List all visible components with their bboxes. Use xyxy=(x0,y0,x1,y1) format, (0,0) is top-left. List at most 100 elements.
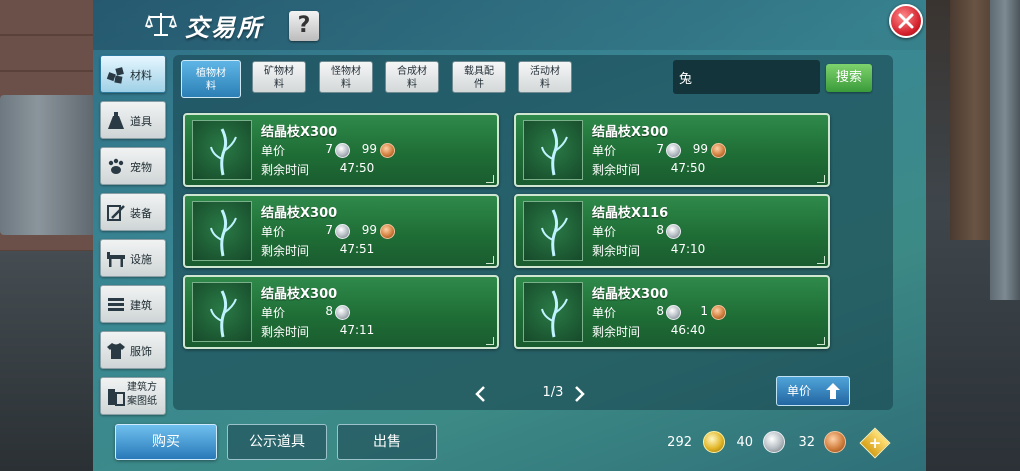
chevron-right-icon[interactable] xyxy=(571,386,587,402)
listing-card[interactable]: 结晶枝X300 单价 8 剩余时间 47:11 xyxy=(183,275,499,349)
sidebar-item-label: 建筑方案图纸 xyxy=(127,382,157,407)
blueprint-icon xyxy=(108,389,125,406)
price-label: 单价 xyxy=(592,306,617,320)
tab-vehicle-parts[interactable]: 载具配 件 xyxy=(452,61,506,93)
sidebar-item-label: 道具 xyxy=(130,115,152,128)
crystal-branch-icon xyxy=(523,120,583,180)
card-corner xyxy=(486,175,494,183)
tab-mineral-materials[interactable]: 矿物材 料 xyxy=(252,61,306,93)
public-items-button[interactable]: 公示道具 xyxy=(227,424,327,460)
item-name: 结晶枝X300 xyxy=(261,206,338,221)
copper-coin-icon xyxy=(711,305,726,320)
shield-sword-icon xyxy=(107,205,125,221)
time-remaining-label: 剩余时间 xyxy=(592,325,641,339)
silver-price: 8 xyxy=(656,223,664,237)
sell-button[interactable]: 出售 xyxy=(337,424,437,460)
silver-price: 7 xyxy=(325,142,333,156)
sidebar-item-materials[interactable]: 材料 xyxy=(100,55,166,93)
sidebar-item-label: 建筑 xyxy=(130,299,152,312)
shirt-icon xyxy=(107,343,125,359)
crystal-branch-icon xyxy=(523,201,583,261)
table-icon xyxy=(107,252,125,267)
silver-coin-icon xyxy=(335,224,350,239)
listing-card[interactable]: 结晶枝X116 单价 8 剩余时间 47:10 xyxy=(514,194,830,268)
crystal-branch-icon xyxy=(192,201,252,261)
sidebar-item-blueprints[interactable]: 建筑方案图纸 xyxy=(100,377,166,415)
tab-event-materials[interactable]: 活动材 料 xyxy=(518,61,572,93)
tab-label: 合成材 xyxy=(397,66,427,77)
background-right-scenery xyxy=(924,0,1020,471)
chevron-left-icon[interactable] xyxy=(473,386,489,402)
sidebar-item-clothing[interactable]: 服饰 xyxy=(100,331,166,369)
price-label: 单价 xyxy=(261,144,286,158)
cube-cluster-icon xyxy=(106,67,124,84)
card-corner xyxy=(817,175,825,183)
background-left-scenery xyxy=(0,0,100,471)
card-corner xyxy=(486,337,494,345)
search-button[interactable]: 搜索 xyxy=(826,64,872,92)
potion-icon xyxy=(108,112,124,129)
time-remaining: 47:51 xyxy=(339,242,375,256)
tab-plant-materials[interactable]: 植物材 料 xyxy=(181,60,241,98)
price-label: 单价 xyxy=(261,225,286,239)
copper-coin-icon xyxy=(380,224,395,239)
sort-by-price-button[interactable]: 单价 xyxy=(776,376,850,406)
sidebar-item-label: 宠物 xyxy=(130,161,152,174)
copper-coin-icon xyxy=(824,431,846,453)
time-remaining: 47:50 xyxy=(339,161,375,175)
silver-balance: 40 xyxy=(736,435,753,450)
listing-card[interactable]: 结晶枝X300 单价 8 1 剩余时间 46:40 xyxy=(514,275,830,349)
silver-price: 7 xyxy=(325,223,333,237)
plus-icon: + xyxy=(868,434,882,452)
sidebar-item-label: 材料 xyxy=(130,69,152,82)
tab-label: 料 xyxy=(341,79,351,90)
tab-label: 料 xyxy=(274,79,284,90)
sort-arrow-icon xyxy=(826,383,840,399)
price-label: 单价 xyxy=(592,225,617,239)
item-name: 结晶枝X300 xyxy=(261,125,338,140)
price-label: 单价 xyxy=(261,306,286,320)
background-stone-column xyxy=(0,95,95,235)
price-label: 单价 xyxy=(592,144,617,158)
copper-price: 99 xyxy=(361,223,377,237)
search-input[interactable] xyxy=(673,60,820,94)
add-currency-button[interactable]: + xyxy=(859,427,891,459)
item-name: 结晶枝X116 xyxy=(592,206,669,221)
time-remaining: 46:40 xyxy=(670,323,706,337)
silver-price: 7 xyxy=(656,142,664,156)
copper-price: 99 xyxy=(692,142,708,156)
buy-button[interactable]: 购买 xyxy=(115,424,217,460)
tab-monster-materials[interactable]: 怪物材 料 xyxy=(319,61,373,93)
scales-icon xyxy=(145,13,177,36)
silver-coin-icon xyxy=(335,305,350,320)
card-corner xyxy=(817,337,825,345)
tab-label: 载具配 xyxy=(464,66,494,77)
tab-crafting-materials[interactable]: 合成材 料 xyxy=(385,61,439,93)
crystal-branch-icon xyxy=(523,282,583,342)
silver-coin-icon xyxy=(666,224,681,239)
time-remaining-label: 剩余时间 xyxy=(592,244,641,258)
silver-price: 8 xyxy=(325,304,333,318)
time-remaining: 47:10 xyxy=(670,242,706,256)
listing-card[interactable]: 结晶枝X300 单价 7 99 剩余时间 47:50 xyxy=(183,113,499,187)
listing-card[interactable]: 结晶枝X300 单价 7 99 剩余时间 47:50 xyxy=(514,113,830,187)
help-button[interactable]: ? xyxy=(289,11,319,41)
sidebar-item-label: 设施 xyxy=(130,253,152,266)
exchange-window: 交易所 ? 材料 道具 宠物 装备 设施 建筑 服饰 建筑方案图纸 植物材 料 … xyxy=(93,0,926,471)
sidebar-item-label: 装备 xyxy=(130,207,152,220)
time-remaining: 47:11 xyxy=(339,323,375,337)
sidebar-item-buildings[interactable]: 建筑 xyxy=(100,285,166,323)
sidebar-item-props[interactable]: 道具 xyxy=(100,101,166,139)
listing-card[interactable]: 结晶枝X300 单价 7 99 剩余时间 47:51 xyxy=(183,194,499,268)
time-remaining-label: 剩余时间 xyxy=(261,325,310,339)
copper-coin-icon xyxy=(711,143,726,158)
listing-panel: 植物材 料 矿物材 料 怪物材 料 合成材 料 载具配 件 活动材 料 搜索 xyxy=(173,55,893,410)
silver-coin-icon xyxy=(763,431,785,453)
sidebar-item-pets[interactable]: 宠物 xyxy=(100,147,166,185)
close-button[interactable] xyxy=(889,4,923,38)
sidebar-item-equipment[interactable]: 装备 xyxy=(100,193,166,231)
sidebar-item-facilities[interactable]: 设施 xyxy=(100,239,166,277)
time-remaining: 47:50 xyxy=(670,161,706,175)
sort-label: 单价 xyxy=(787,384,812,398)
tab-label: 怪物材 xyxy=(331,66,361,77)
